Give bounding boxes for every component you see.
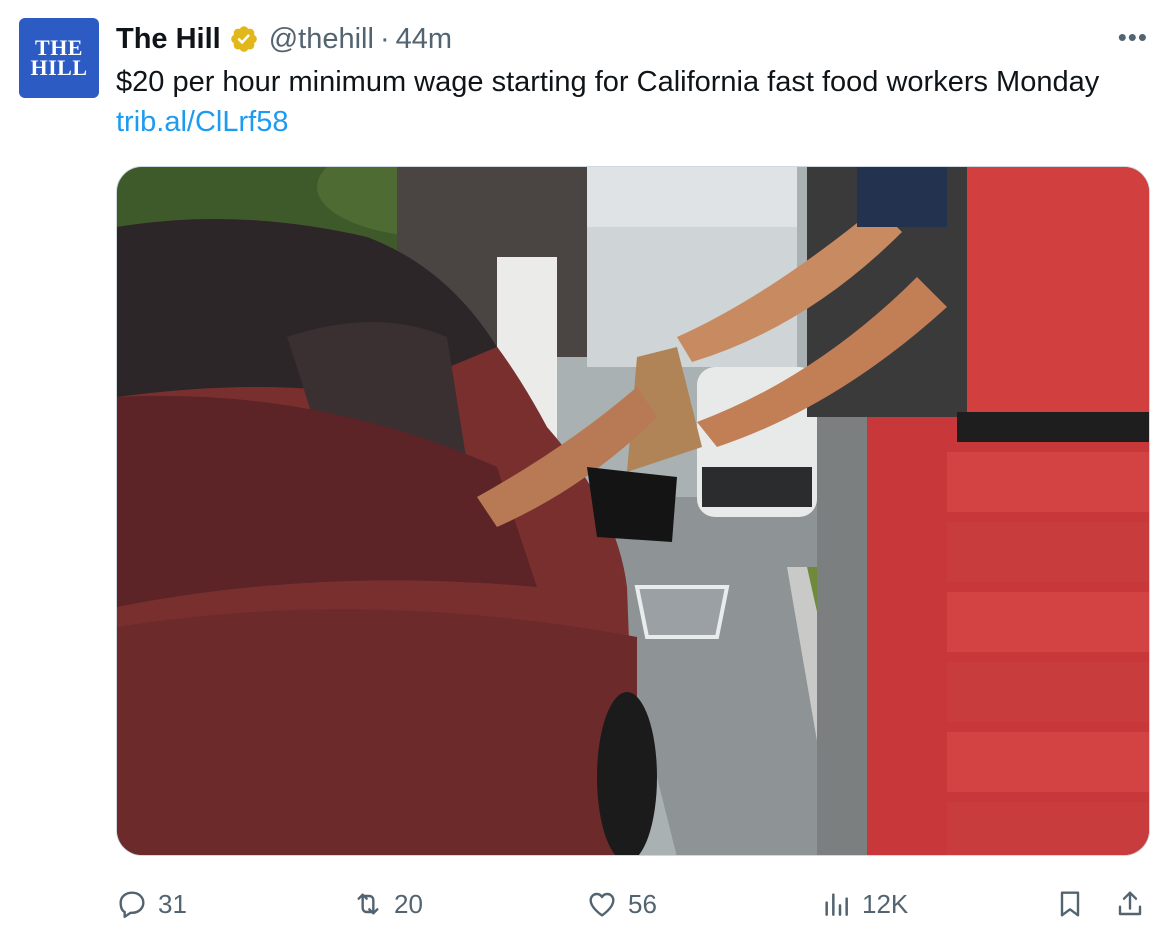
share-icon — [1118, 891, 1142, 916]
repost-icon — [357, 893, 379, 915]
like-count: 56 — [628, 888, 657, 919]
reply-button[interactable]: 31 — [116, 880, 187, 928]
tweet-text: $20 per hour minimum wage starting for C… — [116, 62, 1116, 142]
more-dots-icon[interactable]: ••• — [1118, 22, 1148, 52]
heart-icon — [589, 892, 615, 917]
avatar[interactable]: THE HILL — [19, 18, 99, 98]
avatar-line-2: HILL — [30, 55, 88, 80]
tweet-actions: 31 20 56 12K — [116, 880, 1150, 928]
views-button[interactable]: 12K — [820, 880, 908, 928]
tweet-photo[interactable] — [116, 166, 1150, 856]
bookmark-icon — [1060, 891, 1080, 917]
views-count: 12K — [862, 888, 909, 919]
tweet-link[interactable]: trib.al/ClLrf58 — [116, 106, 288, 138]
share-button[interactable] — [1114, 880, 1146, 928]
bookmark-button[interactable] — [1054, 880, 1086, 928]
reply-icon — [119, 891, 145, 918]
like-button[interactable]: 56 — [586, 880, 657, 928]
reply-count: 31 — [158, 888, 187, 919]
tweet-header: The Hill @thehill · 44m — [116, 18, 452, 60]
timestamp[interactable]: 44m — [396, 23, 452, 56]
photo-illustration — [117, 167, 1149, 855]
views-chart-icon — [825, 893, 848, 916]
display-name[interactable]: The Hill — [116, 23, 221, 56]
tweet[interactable]: THE HILL The Hill @thehill · 44m ••• $20… — [0, 0, 1166, 944]
repost-button[interactable]: 20 — [352, 880, 423, 928]
repost-count: 20 — [394, 888, 423, 919]
handle[interactable]: @thehill — [269, 23, 374, 56]
separator-dot: · — [379, 22, 390, 55]
verified-badge-icon[interactable] — [229, 24, 259, 54]
tweet-body: $20 per hour minimum wage starting for C… — [116, 66, 1100, 98]
